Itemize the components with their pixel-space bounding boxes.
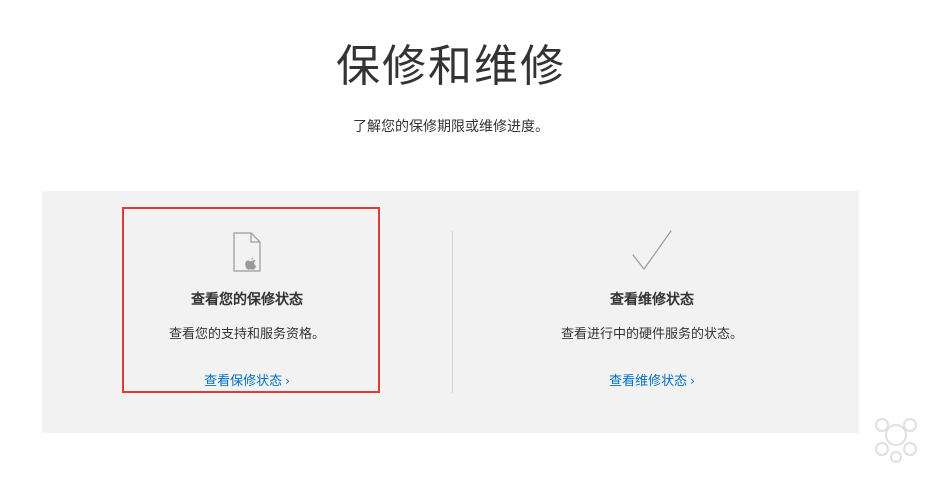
warranty-card-description: 查看您的支持和服务资格。 [168, 327, 325, 342]
warranty-status-card: 查看您的保修状态 查看您的支持和服务资格。 查看保修状态 › [77, 191, 417, 433]
page: 保修和维修 了解您的保修期限或维修进度。 查看您的保修状态 查看您的支持和服务资… [0, 0, 932, 477]
chevron-right-icon: › [690, 374, 695, 388]
check-warranty-link-label: 查看保修状态 [204, 374, 283, 389]
warranty-card-title: 查看您的保修状态 [191, 292, 303, 308]
repair-card-title: 查看维修状态 [610, 292, 694, 308]
page-subtitle: 了解您的保修期限或维修进度。 [353, 119, 549, 135]
document-apple-icon [233, 232, 261, 272]
card-divider [452, 231, 453, 393]
check-repair-link[interactable]: 查看维修状态 › [482, 370, 822, 389]
chevron-right-icon: › [285, 374, 290, 388]
repair-card-description: 查看进行中的硬件服务的状态。 [560, 327, 743, 342]
watermark-logo-icon [875, 418, 917, 463]
check-warranty-link[interactable]: 查看保修状态 › [77, 370, 417, 389]
checkmark-icon [632, 230, 672, 271]
options-panel: 查看您的保修状态 查看您的支持和服务资格。 查看保修状态 › 查看维修状态 查看进… [42, 191, 859, 433]
check-repair-link-label: 查看维修状态 [609, 374, 688, 389]
repair-status-card: 查看维修状态 查看进行中的硬件服务的状态。 查看维修状态 › [482, 191, 822, 433]
page-title: 保修和维修 [336, 41, 566, 92]
